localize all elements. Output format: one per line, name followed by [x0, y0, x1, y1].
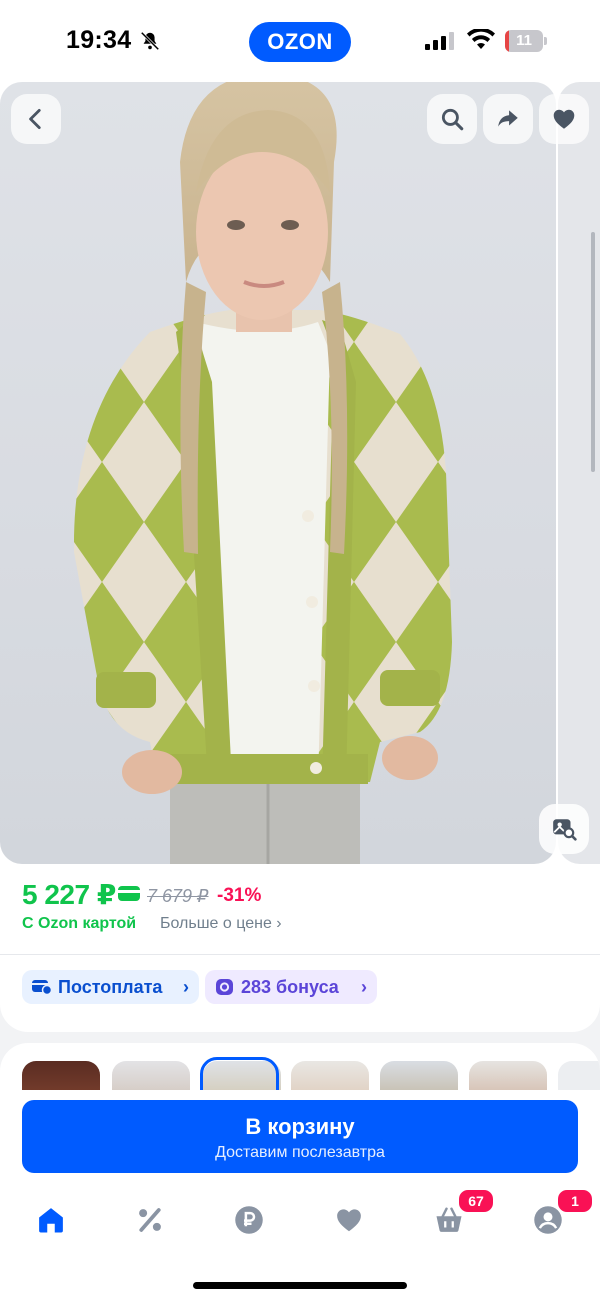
nav-favorites[interactable]	[331, 1202, 367, 1238]
profile-notification-badge: 1	[556, 1188, 594, 1214]
bonus-label: 283 бонуса	[241, 976, 339, 997]
favorite-button[interactable]	[539, 94, 589, 144]
status-time: 19:34	[66, 26, 132, 54]
similar-search-button[interactable]	[539, 804, 589, 854]
nav-discounts[interactable]	[132, 1202, 168, 1238]
chevron-right-icon: ›	[183, 976, 189, 997]
bonus-coin-icon	[216, 979, 233, 995]
chevron-left-icon	[29, 108, 41, 130]
signal-icon	[425, 32, 454, 50]
back-button[interactable]	[11, 94, 61, 144]
with-card-label: С Ozon картой	[22, 915, 137, 932]
search-button[interactable]	[427, 94, 477, 144]
bonus-chip[interactable]: 283 бонуса ›	[205, 970, 377, 1004]
home-icon	[39, 1208, 63, 1233]
add-to-cart-label: В корзину	[245, 1114, 355, 1139]
gallery-scrollbar	[591, 232, 595, 472]
product-photo[interactable]	[0, 82, 556, 864]
discount-badge: -31%	[217, 885, 262, 906]
bell-off-icon	[140, 31, 160, 51]
wifi-icon	[467, 29, 495, 49]
bottom-panel: В корзину Доставим послезавтра 67 1	[0, 1090, 600, 1300]
wallet-clock-icon	[32, 980, 52, 995]
more-about-price-link[interactable]: Больше о цене ›	[160, 915, 282, 933]
price-card: 5 227 ₽ 7 679 ₽ -31% С Ozon картой Больш…	[0, 866, 600, 1032]
postpay-chip[interactable]: Постоплата ›	[22, 970, 199, 1004]
image-search-icon	[553, 819, 577, 841]
share-icon	[498, 110, 518, 127]
price-old: 7 679 ₽	[147, 886, 209, 906]
battery-level: 11	[516, 32, 532, 49]
nav-home[interactable]	[33, 1202, 69, 1238]
nav-finance[interactable]	[231, 1202, 267, 1238]
search-icon	[441, 108, 464, 131]
share-button[interactable]	[483, 94, 533, 144]
ruble-icon	[235, 1206, 263, 1234]
divider	[0, 954, 600, 955]
child-cardigan-photo	[73, 82, 452, 864]
heart-icon	[337, 1209, 361, 1232]
add-to-cart-button[interactable]: В корзину Доставим послезавтра	[22, 1100, 578, 1173]
percent-icon	[139, 1208, 161, 1232]
ozon-card-icon	[118, 886, 140, 901]
ozon-logo[interactable]: OZON	[249, 22, 351, 62]
price-with-card: 5 227 ₽	[22, 879, 116, 910]
cart-count-badge: 67	[457, 1188, 495, 1214]
home-indicator	[193, 1282, 407, 1289]
chevron-right-icon: ›	[361, 976, 367, 997]
status-bar: 19:34 OZON 11	[0, 0, 600, 82]
postpay-label: Постоплата	[58, 976, 163, 997]
next-photo-preview[interactable]	[558, 82, 600, 864]
delivery-label: Доставим послезавтра	[215, 1144, 385, 1161]
product-gallery[interactable]	[0, 82, 600, 866]
heart-icon	[553, 109, 575, 129]
battery-indicator: 11	[505, 30, 547, 52]
